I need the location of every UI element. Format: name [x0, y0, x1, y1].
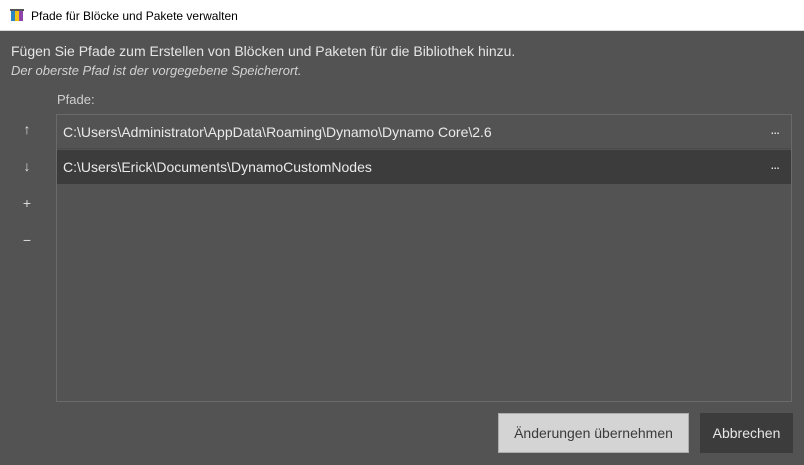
paths-label: Pfade:	[57, 92, 95, 107]
dialog-description: Fügen Sie Pfade zum Erstellen von Blöcke…	[11, 43, 516, 59]
apply-changes-button[interactable]: Änderungen übernehmen	[498, 413, 689, 453]
cancel-button[interactable]: Abbrechen	[700, 413, 793, 453]
dynamo-app-icon	[10, 9, 24, 21]
plus-icon: +	[22, 195, 32, 211]
dialog-hint: Der oberste Pfad ist der vorgegebene Spe…	[11, 63, 302, 78]
arrow-up-icon: ↑	[23, 121, 31, 137]
cancel-label: Abbrechen	[712, 425, 781, 441]
minus-icon: −	[22, 232, 32, 248]
title-bar: Pfade für Blöcke und Pakete verwalten	[0, 0, 804, 31]
move-down-button[interactable]: ↓	[14, 153, 40, 179]
arrow-down-icon: ↓	[23, 158, 31, 174]
path-text: C:\Users\Erick\Documents\DynamoCustomNod…	[63, 159, 372, 175]
path-row-selected[interactable]: C:\Users\Erick\Documents\DynamoCustomNod…	[57, 150, 791, 184]
add-path-button[interactable]: +	[14, 190, 40, 216]
apply-changes-label: Änderungen übernehmen	[514, 425, 673, 441]
path-list: C:\Users\Administrator\AppData\Roaming\D…	[56, 114, 792, 402]
move-up-button[interactable]: ↑	[14, 116, 40, 142]
remove-path-button[interactable]: −	[14, 227, 40, 253]
dialog-body: Fügen Sie Pfade zum Erstellen von Blöcke…	[0, 31, 804, 465]
path-text: C:\Users\Administrator\AppData\Roaming\D…	[63, 124, 492, 140]
browse-path-button[interactable]: ...	[770, 156, 780, 172]
browse-path-button[interactable]: ...	[770, 121, 780, 137]
window-title: Pfade für Blöcke und Pakete verwalten	[31, 9, 238, 23]
path-row[interactable]: C:\Users\Administrator\AppData\Roaming\D…	[57, 115, 791, 149]
